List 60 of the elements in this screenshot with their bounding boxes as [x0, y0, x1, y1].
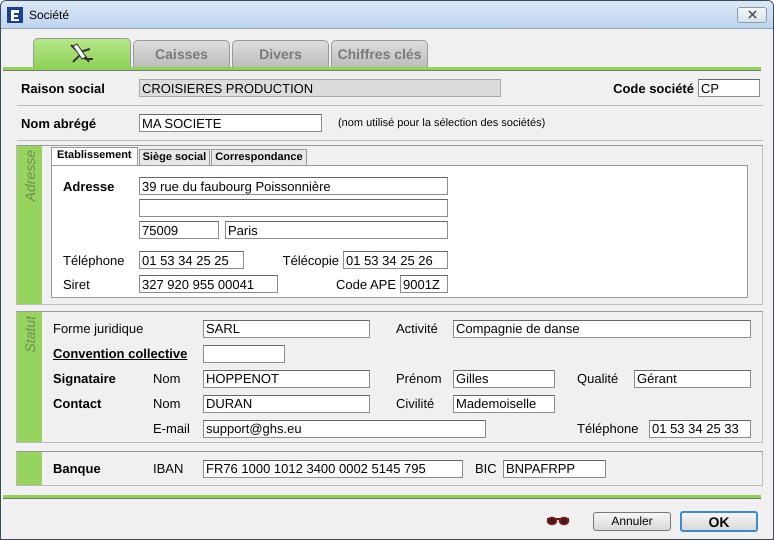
input-field[interactable]: Paris	[225, 221, 448, 239]
hint-text: (nom utilisé pour la sélection des sociétés)	[338, 117, 546, 129]
input-field[interactable]: MA SOCIETE	[139, 114, 322, 132]
input-field[interactable]: 9001Z	[400, 275, 448, 293]
field-label: Téléphone	[577, 421, 640, 436]
input-field[interactable]: 39 rue du faubourg Poissonnière	[139, 177, 448, 195]
input-field[interactable]: Mademoiselle	[453, 394, 555, 412]
tab[interactable]: Siège social	[138, 149, 210, 165]
field-label: Code APE	[335, 276, 397, 292]
field-label: Nom	[153, 396, 182, 411]
input-field[interactable]: BNPAFRPP	[503, 460, 606, 478]
field-label: E-mail	[153, 421, 191, 436]
field-label: Activité	[396, 321, 439, 336]
close-button[interactable]	[737, 6, 767, 22]
field-label: BIC	[475, 461, 498, 476]
field-label: Nom	[153, 371, 182, 386]
input-field[interactable]: Gérant	[634, 370, 751, 388]
input-field[interactable]: CP	[698, 79, 760, 97]
input-field[interactable]: 327 920 955 00041	[139, 275, 278, 293]
field-label: Télécopie	[282, 252, 340, 268]
input-field[interactable]: Compagnie de danse	[453, 320, 751, 338]
input-field[interactable]: 75009	[139, 221, 219, 239]
group-label: Signataire	[53, 371, 117, 386]
input-field[interactable]: DURAN	[203, 394, 370, 412]
field-label: Raison social	[21, 80, 106, 96]
input-field[interactable]: 01 53 34 25 33	[649, 420, 751, 438]
input-field[interactable]: 01 53 34 25 25	[139, 251, 244, 269]
app-icon	[7, 6, 23, 22]
group-label: Banque	[53, 461, 102, 476]
input-field[interactable]: FR76 1000 1012 3400 0002 5145 795	[203, 460, 463, 478]
section-label: Adresse	[22, 150, 38, 202]
convention-link[interactable]: Convention collective	[53, 346, 203, 361]
input-field[interactable]: HOPPENOT	[203, 370, 370, 388]
input-field[interactable]: Gilles	[453, 370, 555, 388]
window-title: Société	[29, 8, 70, 22]
tab[interactable]: Etablissement	[51, 147, 138, 165]
group-label: Contact	[53, 396, 102, 411]
field-label: Prénom	[396, 371, 443, 386]
field-label: Forme juridique	[53, 321, 144, 336]
field-label: Adresse	[63, 178, 116, 194]
field-label: Qualité	[577, 371, 620, 386]
input-field[interactable]: 01 53 34 25 26	[343, 251, 448, 269]
field-label: Téléphone	[63, 252, 126, 268]
cancel-button[interactable]: Annuler	[593, 512, 671, 530]
field-label: Siret	[63, 276, 91, 292]
field-label: Nom abrégé	[21, 116, 98, 130]
input-field[interactable]: support@ghs.eu	[203, 420, 486, 438]
field-label: IBAN	[153, 461, 184, 476]
section-sidebar	[17, 452, 42, 485]
ok-button[interactable]: OK	[680, 510, 758, 532]
tab[interactable]: Correspondance	[211, 149, 307, 165]
section-label: Statut	[22, 316, 38, 353]
input-field[interactable]	[139, 199, 448, 217]
input-field[interactable]	[203, 344, 285, 362]
close-icon	[748, 10, 756, 19]
field-label: Code société	[613, 80, 694, 96]
field-label: Civilité	[396, 396, 436, 411]
glasses-icon[interactable]	[546, 516, 570, 526]
icon-tab[interactable]	[33, 38, 131, 67]
input-field[interactable]: SARL	[203, 320, 370, 338]
